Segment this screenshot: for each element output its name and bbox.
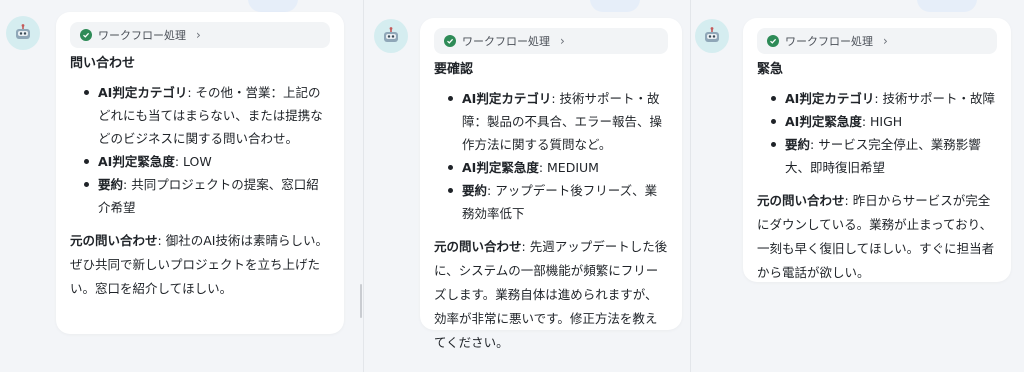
bot-avatar-icon: [6, 16, 40, 50]
inquiry-card: ワークフロー処理 › 問い合わせ AI判定カテゴリ: その他・営業：上記のどれに…: [56, 12, 344, 334]
workflow-label: ワークフロー処理: [98, 29, 186, 42]
list-item: 要約: アップデート後フリーズ、業務効率低下: [448, 179, 668, 225]
chat-panel-1: ワークフロー処理 › 問い合わせ AI判定カテゴリ: その他・営業：上記のどれに…: [0, 0, 362, 372]
chat-panel-3: ワークフロー処理 › 緊急 AI判定カテゴリ: 技術サポート・故障 AI判定緊急…: [691, 0, 1024, 372]
workflow-label: ワークフロー処理: [785, 35, 873, 48]
inquiry-card: ワークフロー処理 › 緊急 AI判定カテゴリ: 技術サポート・故障 AI判定緊急…: [743, 18, 1011, 282]
bot-avatar-icon: [695, 19, 729, 53]
bot-avatar-icon: [374, 19, 408, 53]
chevron-right-icon: ›: [883, 34, 888, 48]
chat-panel-2: ワークフロー処理 › 要確認 AI判定カテゴリ: 技術サポート・故障：製品の不具…: [364, 0, 690, 372]
inquiry-card: ワークフロー処理 › 要確認 AI判定カテゴリ: 技術サポート・故障：製品の不具…: [420, 18, 682, 350]
list-item: AI判定緊急度: MEDIUM: [448, 156, 668, 179]
result-list: AI判定カテゴリ: その他・営業：上記のどれにも当てはまらない、または提携などの…: [84, 81, 330, 219]
workflow-label: ワークフロー処理: [462, 35, 550, 48]
list-item: AI判定緊急度: HIGH: [771, 110, 997, 133]
chevron-right-icon: ›: [560, 34, 565, 48]
result-list: AI判定カテゴリ: 技術サポート・故障：製品の不具合、エラー報告、操作方法に関す…: [448, 87, 668, 225]
card-title: 要確認: [434, 62, 474, 77]
check-circle-icon: [80, 29, 92, 41]
card-title: 緊急: [757, 62, 784, 77]
message-bubble-edge: [590, 0, 640, 12]
card-title: 問い合わせ: [70, 56, 136, 71]
list-item: AI判定カテゴリ: 技術サポート・故障: [771, 87, 997, 110]
resize-handle[interactable]: [360, 284, 362, 318]
original-inquiry: 元の問い合わせ: 昨日からサービスが完全にダウンしている。業務が止まっており、一…: [757, 193, 995, 280]
workflow-chip[interactable]: ワークフロー処理 ›: [757, 28, 997, 54]
original-inquiry: 元の問い合わせ: 先週アップデートした後に、システムの一部機能が頻繁にフリーズし…: [434, 239, 668, 350]
result-list: AI判定カテゴリ: 技術サポート・故障 AI判定緊急度: HIGH 要約: サー…: [771, 87, 997, 179]
workflow-chip[interactable]: ワークフロー処理 ›: [434, 28, 668, 54]
check-circle-icon: [767, 35, 779, 47]
chevron-right-icon: ›: [196, 28, 201, 42]
message-bubble-edge: [248, 0, 298, 12]
original-inquiry: 元の問い合わせ: 御社のAI技術は素晴らしい。ぜひ共同で新しいプロジェクトを立ち…: [70, 233, 328, 296]
list-item: AI判定カテゴリ: 技術サポート・故障：製品の不具合、エラー報告、操作方法に関す…: [448, 87, 668, 156]
list-item: 要約: 共同プロジェクトの提案、窓口紹介希望: [84, 173, 330, 219]
check-circle-icon: [444, 35, 456, 47]
list-item: 要約: サービス完全停止、業務影響大、即時復旧希望: [771, 133, 997, 179]
message-bubble-edge: [917, 0, 977, 12]
workflow-chip[interactable]: ワークフロー処理 ›: [70, 22, 330, 48]
list-item: AI判定緊急度: LOW: [84, 150, 330, 173]
list-item: AI判定カテゴリ: その他・営業：上記のどれにも当てはまらない、または提携などの…: [84, 81, 330, 150]
